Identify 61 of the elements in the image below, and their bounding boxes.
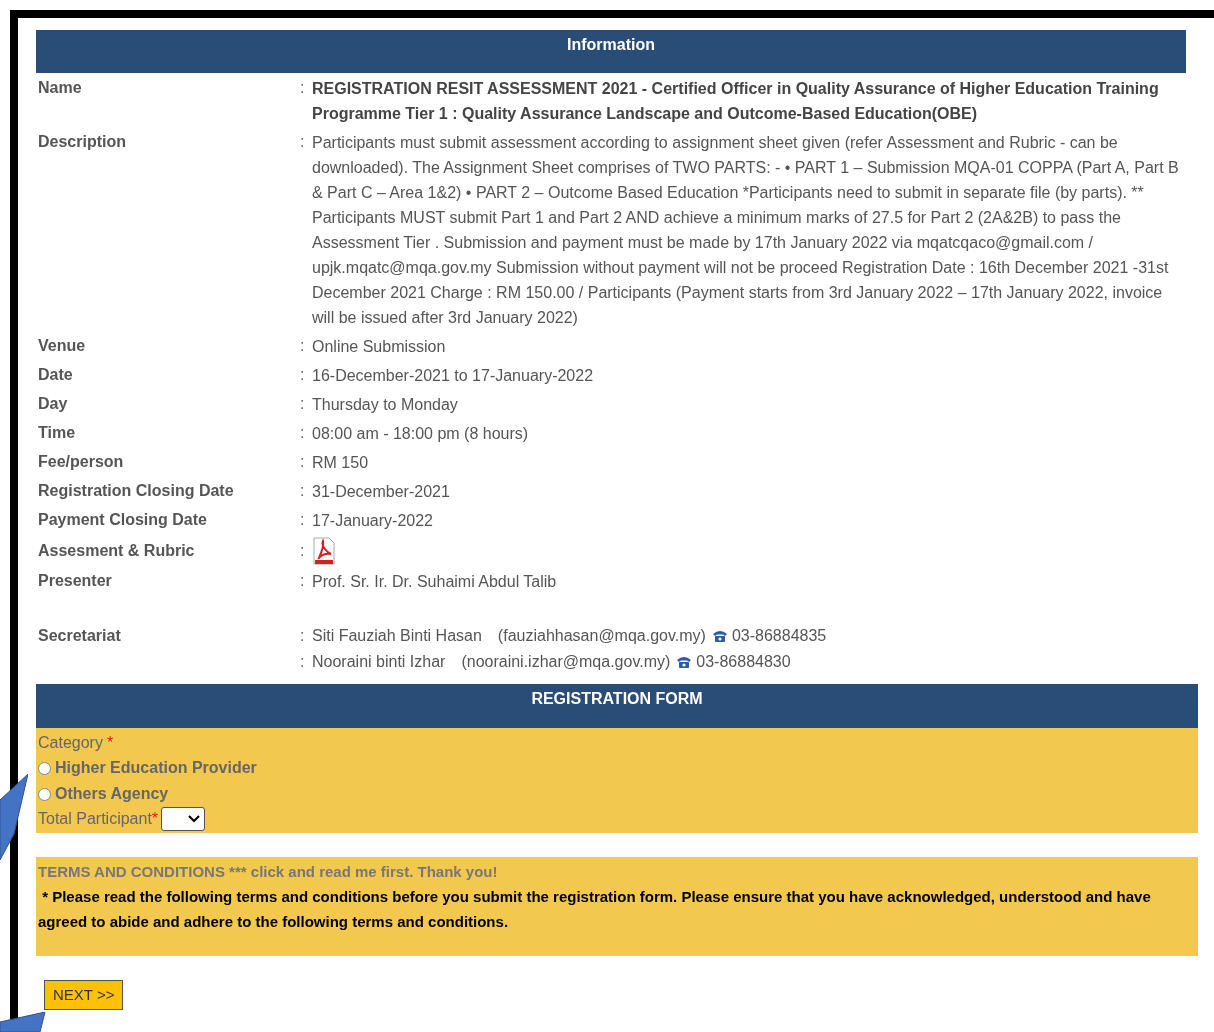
terms-panel[interactable] <box>36 857 1198 956</box>
field-label: Presenter <box>38 572 112 589</box>
contact-email: (nooraini.izhar@mqa.gov.my) <box>461 652 671 672</box>
contact-email: (fauziahhasan@mqa.gov.my) <box>497 626 706 646</box>
separator: : <box>300 542 305 559</box>
radio-label[interactable]: Higher Education Provider <box>55 756 257 780</box>
field-value: RM 150 <box>312 453 370 473</box>
field-value: Thursday to Monday <box>312 395 459 415</box>
required-mark: * <box>106 733 114 753</box>
field-value: 31-December-2021 <box>312 482 451 502</box>
contact-name: Nooraini binti Izhar <box>312 652 446 672</box>
separator: : <box>300 453 305 470</box>
separator: : <box>300 511 305 528</box>
contact-name: Siti Fauziah Binti Hasan <box>312 626 482 646</box>
radio-label[interactable]: Others Agency <box>55 782 169 806</box>
separator: : <box>300 424 305 441</box>
terms-title[interactable]: TERMS AND CONDITIONS *** click and read me first. Thank you! <box>38 861 1196 884</box>
field-label: Assesment & Rubric <box>38 542 195 559</box>
contact-phone: 03-86884835 <box>731 626 827 646</box>
separator: : <box>300 653 305 670</box>
next-button[interactable]: NEXT >> <box>44 979 124 1010</box>
field-label: Registration Closing Date <box>38 482 234 499</box>
field-value: 17-January-2022 <box>312 511 434 531</box>
field-label: Day <box>38 395 68 412</box>
field-label: Venue <box>38 337 86 354</box>
terms-text: * Please read the following terms and conditions before you submit the registration form. Please ensure that you have acknowledged, understood and have agreed to abide and adhere to the following terms and conditions. <box>38 886 1152 932</box>
field-label: Name <box>38 79 82 96</box>
radio-button[interactable] <box>38 787 51 801</box>
event-name: REGISTRATION RESIT ASSESSMENT 2021 - Certified Officer in Quality Assurance of Higher Education Training Programme Tier 1 : Quality Assurance Landscape and Outcome-Based Education(OBE) <box>312 79 1160 124</box>
separator: : <box>300 395 305 412</box>
field-label: Time <box>38 424 76 441</box>
separator: : <box>300 337 305 354</box>
field-label: Description <box>38 133 126 150</box>
field-value: 08:00 am - 18:00 pm (8 hours) <box>312 424 530 444</box>
required-mark: * <box>151 809 159 829</box>
separator: : <box>300 133 305 150</box>
radio-button[interactable] <box>38 761 51 775</box>
category-label: Category <box>38 733 103 753</box>
section-title: Information <box>567 35 655 55</box>
field-value: Online Submission <box>312 337 447 357</box>
separator: : <box>300 79 305 96</box>
field-label: Secretariat <box>38 627 121 644</box>
field-label: Payment Closing Date <box>38 511 207 528</box>
chevron-down-icon <box>188 815 201 823</box>
section-title: REGISTRATION FORM <box>531 689 703 709</box>
separator: : <box>300 482 305 499</box>
field-value: Participants must submit assessment according to assignment sheet given (refer Assessment and Rubric - can be downloaded). The Assignment Sheet comprises of TWO PARTS: - • PART 1 – Submission MQA-01 COPPA (Part A, Part B & Part C – Area 1&2) • PART 2 – Outcome Based Education *Participants need to submit in separate file (by parts). ** Participants MUST submit Part 1 and Part 2 AND achieve a minimum marks of 27.5 for Part 2 (2A&2B) to pass the Assessment Tier . Submission and payment must be made by 17th January 2022 via mqatcqaco@gmail.com / upjk.mqatc@mqa.gov.my Submission without payment will not be proceed Registration Date : 16th December 2021 -31st December 2021 Charge : RM 150.00 / Participants (Payment starts from 3rd January 2022 – 17th January 2022, invoice will be issued after 3rd January 2022) <box>312 133 1180 328</box>
field-label: Date <box>38 366 73 383</box>
total-participant-label: Total Participant <box>38 809 152 829</box>
field-value: 16-December-2021 to 17-January-2022 <box>312 366 595 386</box>
field-value: Prof. Sr. Ir. Dr. Suhaimi Abdul Talib <box>312 572 558 592</box>
pdf-icon[interactable] <box>312 537 336 565</box>
separator: : <box>300 627 305 644</box>
pointer-arrow <box>0 1012 46 1032</box>
phone-icon <box>711 629 728 643</box>
field-label: Fee/person <box>38 453 124 470</box>
phone-icon <box>676 655 693 669</box>
contact-phone: 03-86884830 <box>696 652 791 672</box>
participant-select[interactable] <box>161 807 206 831</box>
separator: : <box>300 366 305 383</box>
separator: : <box>300 572 305 589</box>
